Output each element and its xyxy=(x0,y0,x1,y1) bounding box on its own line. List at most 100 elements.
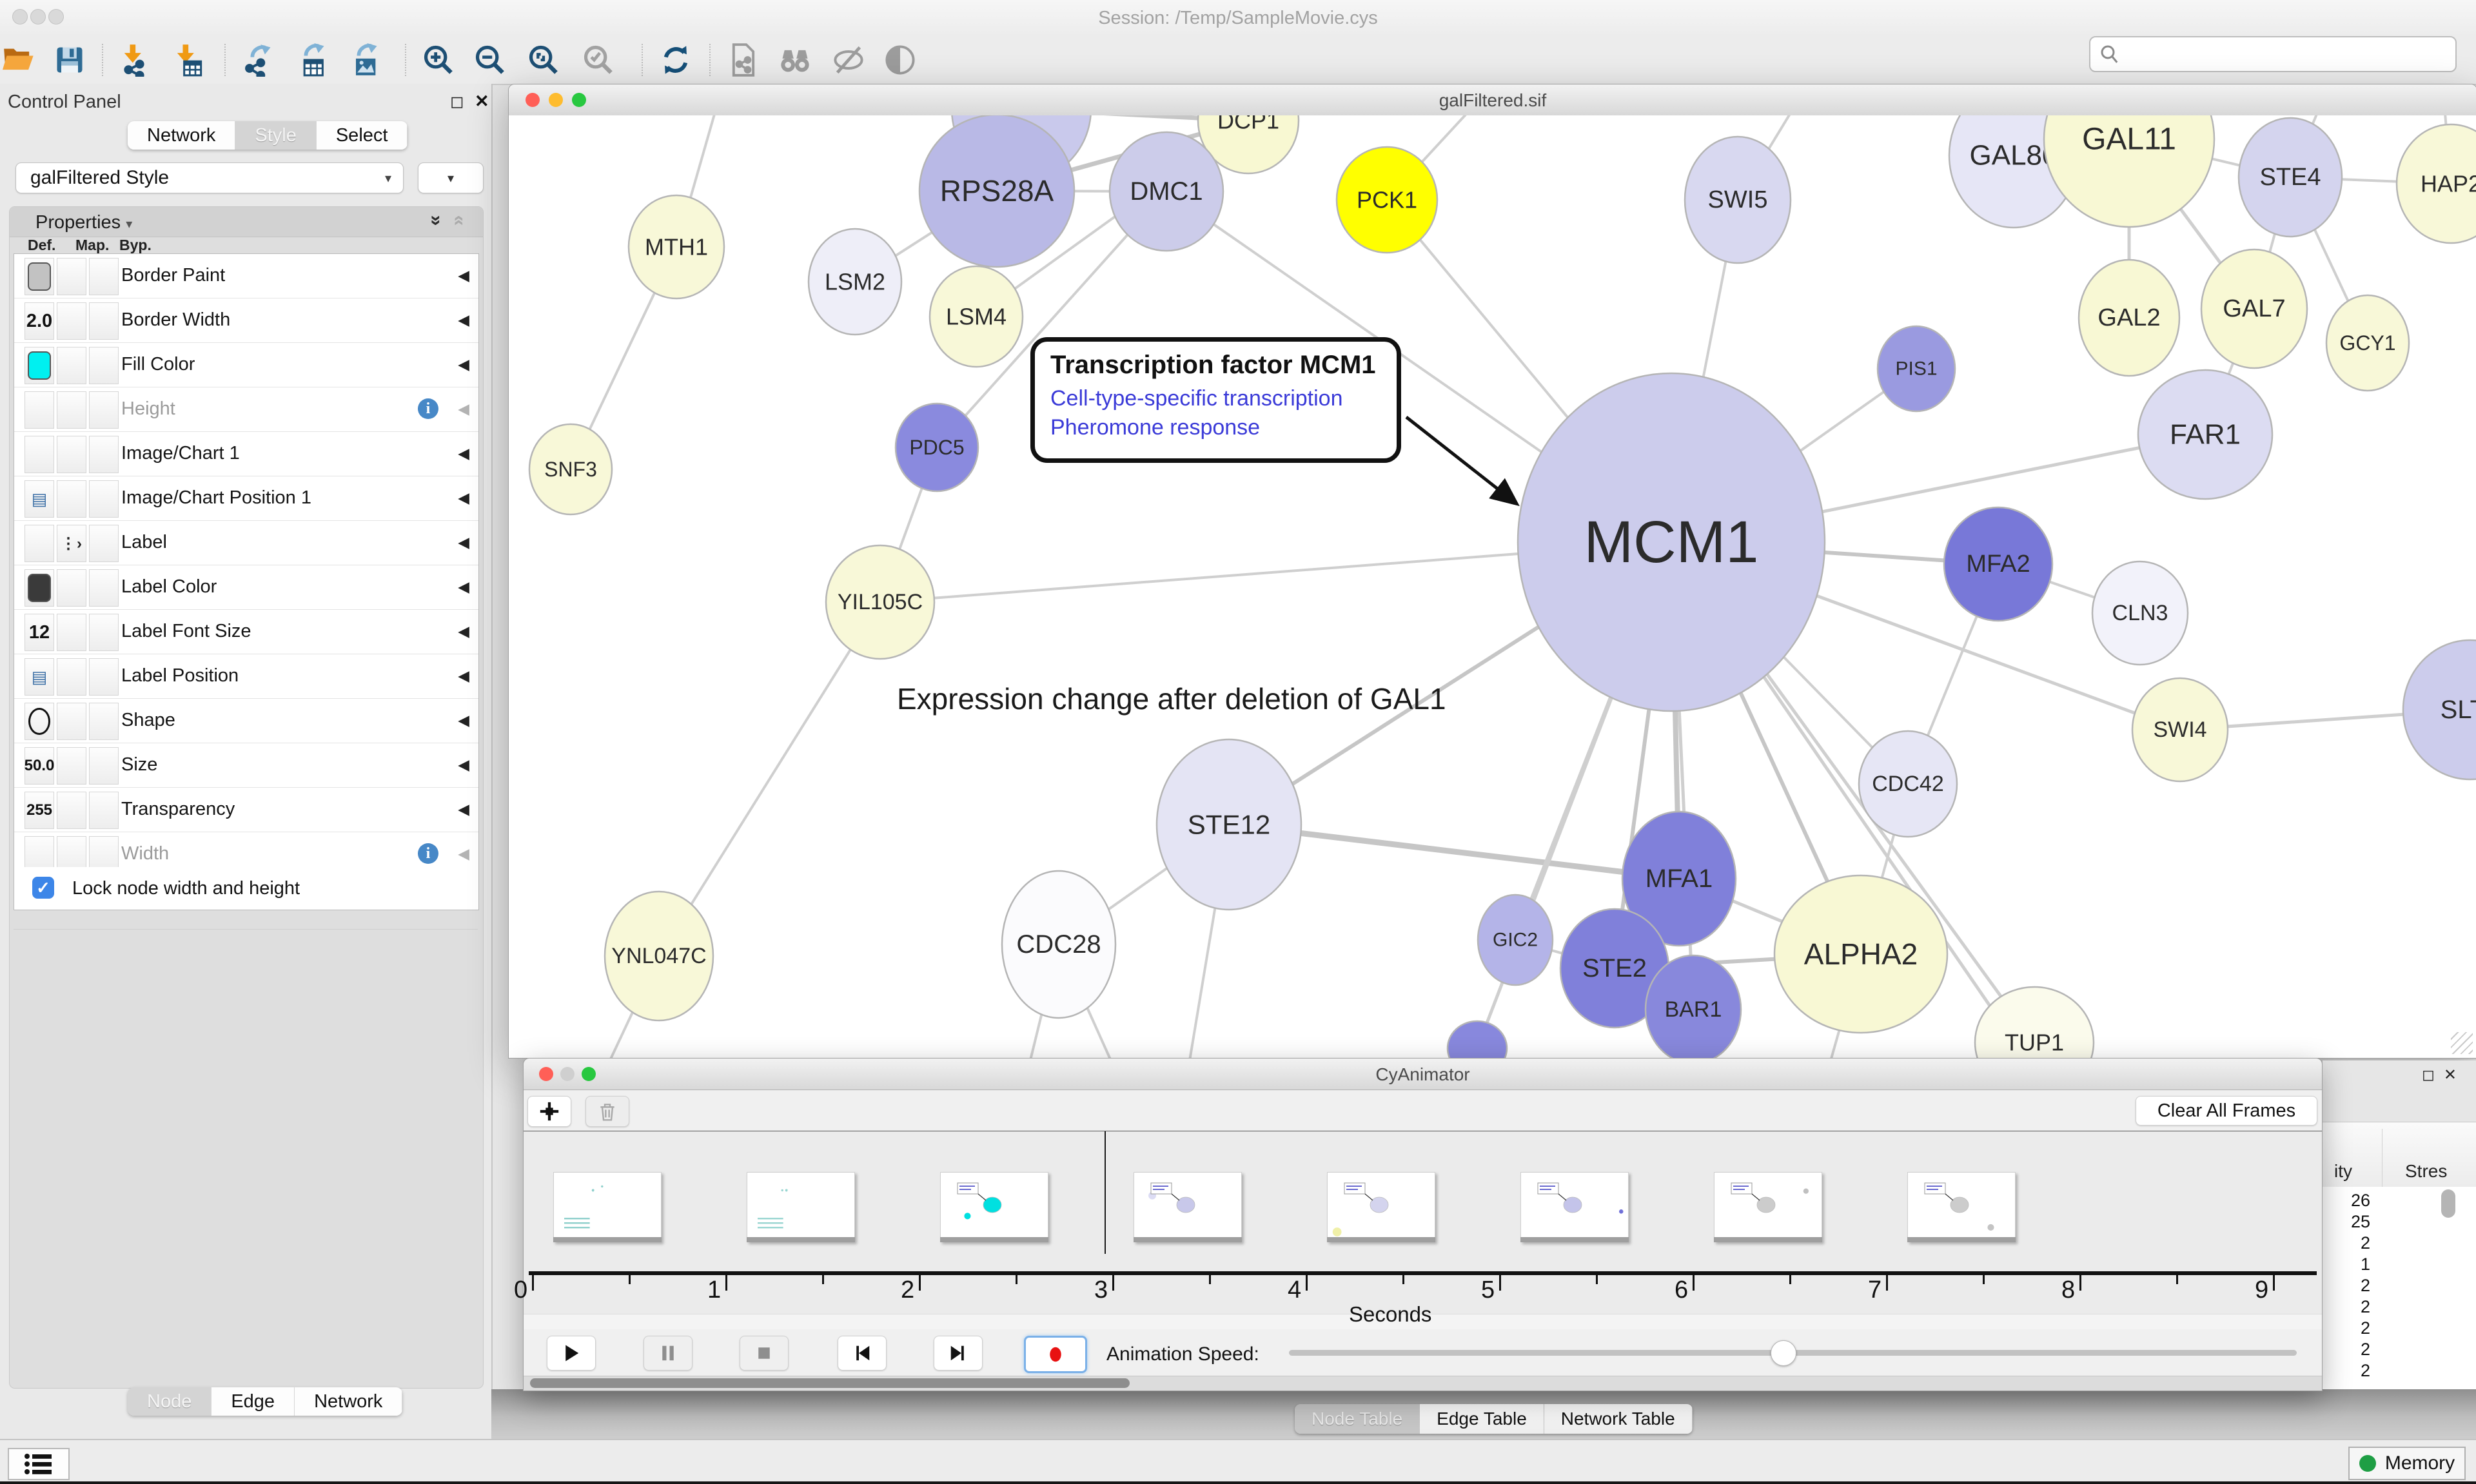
import-network-button[interactable] xyxy=(116,42,152,78)
property-row-label-position[interactable]: ▤Label Position◀ xyxy=(14,654,478,699)
table-panel-window-icons[interactable]: ◻✕ xyxy=(2422,1066,2466,1084)
frame-thumbnail-6[interactable] xyxy=(1714,1172,1822,1242)
bypass-cell[interactable] xyxy=(89,391,119,429)
add-frame-button[interactable] xyxy=(527,1096,571,1127)
property-row-fill-color[interactable]: Fill Color◀ xyxy=(14,343,478,387)
default-value-cell[interactable] xyxy=(25,569,54,607)
bypass-cell[interactable] xyxy=(89,347,119,384)
default-value-cell[interactable] xyxy=(25,703,54,740)
table-cell-value[interactable]: 26 xyxy=(2324,1191,2370,1212)
tab-network-table[interactable]: Network Table xyxy=(1544,1404,1693,1434)
property-row-label[interactable]: ⋮›Label◀ xyxy=(14,521,478,565)
close-panel-icon[interactable]: ✕ xyxy=(475,92,489,112)
expand-arrow-icon[interactable]: ◀ xyxy=(458,623,469,640)
play-button[interactable] xyxy=(547,1336,596,1371)
network-canvas[interactable]: RPS28ADCP1DMC1PCK1MTH1LSM2LSM4SNF3PDC5YI… xyxy=(509,115,2476,1058)
mapping-cell[interactable] xyxy=(57,747,86,785)
frame-thumbnail-5[interactable] xyxy=(1520,1172,1629,1242)
table-col-ity[interactable]: ity xyxy=(2334,1161,2352,1182)
table-cell-value[interactable]: 2 xyxy=(2324,1233,2370,1255)
cyanimator-titlebar[interactable]: CyAnimator xyxy=(524,1059,2322,1090)
tab-select[interactable]: Select xyxy=(317,121,408,150)
expand-arrow-icon[interactable]: ◀ xyxy=(458,667,469,685)
bypass-cell[interactable] xyxy=(89,569,119,607)
bypass-cell[interactable] xyxy=(89,658,119,696)
table-cell-value[interactable]: 2 xyxy=(2324,1276,2370,1297)
expand-arrow-icon[interactable]: ◀ xyxy=(458,712,469,729)
property-row-border-paint[interactable]: Border Paint◀ xyxy=(14,254,478,298)
resize-grip[interactable] xyxy=(2451,1032,2473,1054)
mapping-cell[interactable] xyxy=(57,391,86,429)
bypass-cell[interactable] xyxy=(89,792,119,829)
zoom-in-button[interactable] xyxy=(420,42,457,78)
expand-arrow-icon[interactable]: ◀ xyxy=(458,267,469,284)
save-session-button[interactable] xyxy=(52,42,88,78)
frame-thumbnail-0[interactable] xyxy=(553,1172,662,1242)
bypass-cell[interactable] xyxy=(89,703,119,740)
delete-frame-button[interactable] xyxy=(585,1096,629,1127)
mapping-cell[interactable] xyxy=(57,302,86,340)
network-edge[interactable] xyxy=(659,602,880,956)
frame-thumbnail-4[interactable] xyxy=(1327,1172,1435,1242)
bypass-cell[interactable] xyxy=(89,614,119,651)
property-row-image-chart-1[interactable]: Image/Chart 1◀ xyxy=(14,432,478,476)
style-select[interactable]: galFiltered Style ▾ xyxy=(15,162,404,193)
record-button[interactable] xyxy=(1024,1336,1087,1373)
property-row-transparency[interactable]: 255Transparency◀ xyxy=(14,788,478,832)
collapse-all-icon[interactable]: « xyxy=(449,215,471,226)
zoom-fit-button[interactable] xyxy=(526,42,562,78)
default-value-cell[interactable]: ▤ xyxy=(25,658,54,696)
mapping-cell[interactable] xyxy=(57,258,86,295)
property-row-label-color[interactable]: Label Color◀ xyxy=(14,565,478,610)
pause-button[interactable] xyxy=(644,1336,693,1371)
import-table-button[interactable] xyxy=(169,42,205,78)
annotation-link[interactable]: Cell-type-specific transcription xyxy=(1050,386,1381,411)
expand-all-icon[interactable]: » xyxy=(426,215,447,226)
bypass-cell[interactable] xyxy=(89,302,119,340)
task-history-button[interactable] xyxy=(8,1448,70,1480)
table-cell-value[interactable]: 2 xyxy=(2324,1318,2370,1340)
mapping-cell[interactable] xyxy=(57,614,86,651)
timeline-playhead[interactable] xyxy=(1105,1131,1106,1254)
zoom-selected-button[interactable] xyxy=(580,42,616,78)
property-row-label-font-size[interactable]: 12Label Font Size◀ xyxy=(14,610,478,654)
mapping-cell[interactable] xyxy=(57,658,86,696)
table-col-stress[interactable]: Stres xyxy=(2405,1161,2447,1182)
expand-arrow-icon[interactable]: ◀ xyxy=(458,578,469,596)
mapping-cell[interactable] xyxy=(57,569,86,607)
open-session-button[interactable] xyxy=(1,42,37,78)
float-panel-icon[interactable]: ◻ xyxy=(450,92,464,112)
table-cell-value[interactable]: 25 xyxy=(2324,1212,2370,1233)
tab-edge[interactable]: Edge xyxy=(211,1387,295,1416)
default-value-cell[interactable] xyxy=(25,436,54,473)
refresh-button[interactable] xyxy=(658,42,694,78)
slider-thumb[interactable] xyxy=(1771,1340,1796,1366)
clear-all-frames-button[interactable]: Clear All Frames xyxy=(2136,1096,2317,1126)
cyanimator-timeline[interactable]: Seconds 0123456789 xyxy=(524,1131,2322,1329)
expand-arrow-icon[interactable]: ◀ xyxy=(458,756,469,774)
scrollbar-thumb[interactable] xyxy=(530,1378,1130,1388)
table-cell-value[interactable]: 1 xyxy=(2324,1255,2370,1276)
bypass-cell[interactable] xyxy=(89,436,119,473)
default-value-cell[interactable]: 2.0 xyxy=(25,302,54,340)
tab-node[interactable]: Node xyxy=(128,1387,211,1416)
frame-thumbnail-7[interactable] xyxy=(1907,1172,2016,1242)
bypass-cell[interactable] xyxy=(89,480,119,518)
default-value-cell[interactable] xyxy=(25,258,54,295)
column-divider[interactable] xyxy=(2382,1129,2383,1187)
expand-arrow-icon[interactable]: ◀ xyxy=(458,445,469,462)
search-box[interactable] xyxy=(2089,36,2457,72)
show-button[interactable] xyxy=(882,42,918,78)
mapping-cell[interactable] xyxy=(57,480,86,518)
bypass-cell[interactable] xyxy=(89,747,119,785)
find-button[interactable] xyxy=(777,42,813,78)
info-icon[interactable]: i xyxy=(418,843,438,864)
skip-to-start-button[interactable] xyxy=(838,1336,887,1371)
tab-network[interactable]: Network xyxy=(128,121,235,150)
network-node-n_x[interactable] xyxy=(1448,1021,1507,1058)
default-value-cell[interactable] xyxy=(25,525,54,562)
skip-to-end-button[interactable] xyxy=(934,1336,983,1371)
mapping-cell[interactable] xyxy=(57,436,86,473)
search-input[interactable] xyxy=(2127,43,2455,65)
property-row-shape[interactable]: Shape◀ xyxy=(14,699,478,743)
